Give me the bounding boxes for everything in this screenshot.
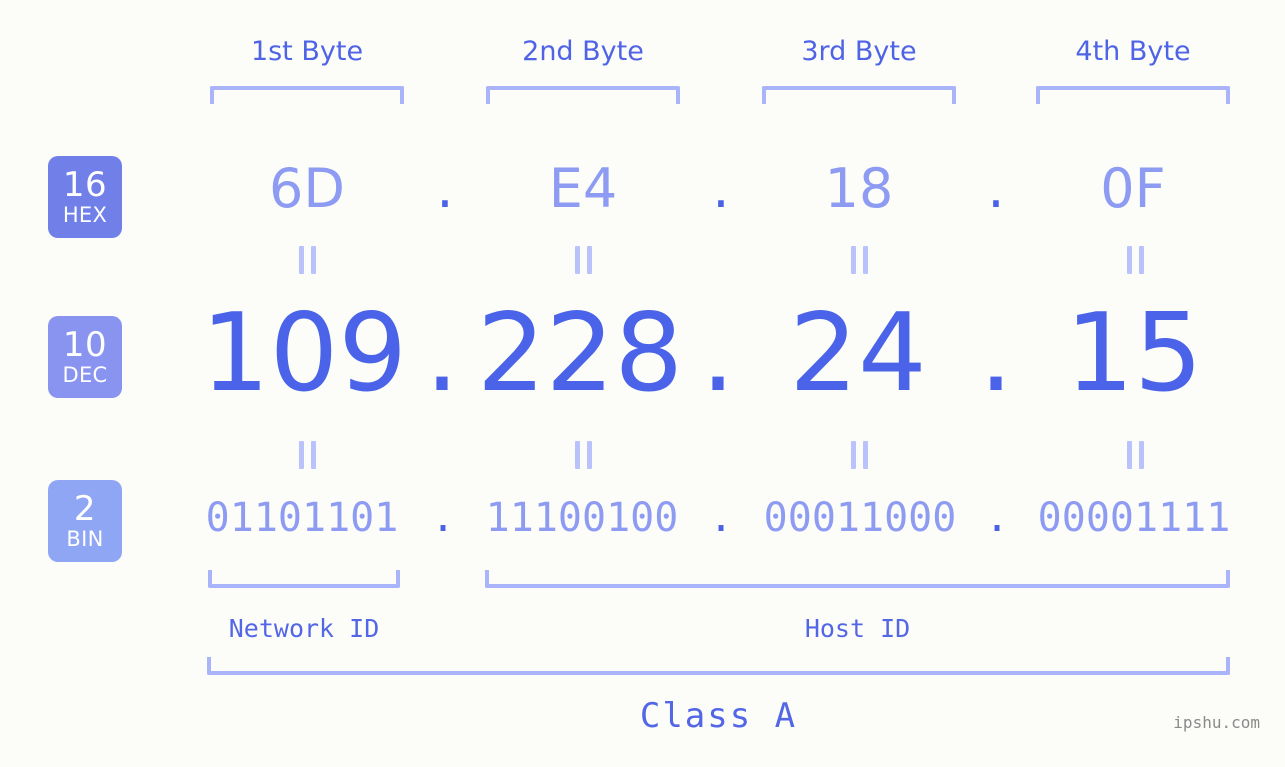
base-badge-bin-name: BIN bbox=[66, 527, 104, 551]
byte-bracket-1 bbox=[210, 86, 404, 104]
hex-byte-2: E4 bbox=[548, 157, 618, 220]
base-badge-dec-name: DEC bbox=[62, 363, 108, 387]
equals-icon-hex-dec-2 bbox=[571, 245, 595, 275]
equals-icon-dec-bin-2 bbox=[571, 440, 595, 470]
bin-separator-3: . bbox=[984, 495, 1010, 541]
dec-byte-4: 15 bbox=[1065, 291, 1203, 416]
equals-icon-hex-dec-3 bbox=[847, 245, 871, 275]
hex-separator-2: . bbox=[712, 157, 730, 220]
bin-byte-3: 00011000 bbox=[763, 495, 957, 541]
base-badge-bin: 2 BIN bbox=[48, 480, 122, 562]
ip-address-breakdown-diagram: 1st Byte 2nd Byte 3rd Byte 4th Byte 16 H… bbox=[0, 0, 1285, 767]
hex-separator-1: . bbox=[436, 157, 454, 220]
network-id-bracket bbox=[208, 570, 400, 588]
equals-icon-hex-dec-4 bbox=[1123, 245, 1147, 275]
byte-header-2: 2nd Byte bbox=[522, 36, 644, 67]
bin-separator-2: . bbox=[708, 495, 734, 541]
base-badge-dec-number: 10 bbox=[62, 325, 108, 365]
watermark-label: ipshu.com bbox=[1173, 713, 1260, 732]
hex-separator-3: . bbox=[987, 157, 1005, 220]
byte-header-1: 1st Byte bbox=[250, 36, 364, 67]
base-badge-hex-name: HEX bbox=[62, 203, 108, 227]
class-bracket bbox=[207, 657, 1230, 675]
base-badge-hex: 16 HEX bbox=[48, 156, 122, 238]
byte-bracket-2 bbox=[486, 86, 680, 104]
byte-header-3: 3rd Byte bbox=[801, 36, 917, 67]
host-id-bracket bbox=[485, 570, 1230, 588]
byte-bracket-3 bbox=[762, 86, 956, 104]
dec-separator-3: . bbox=[978, 291, 1014, 416]
dec-separator-1: . bbox=[424, 291, 460, 416]
byte-header-4: 4th Byte bbox=[1075, 36, 1191, 67]
bin-byte-4: 00001111 bbox=[1037, 495, 1231, 541]
byte-bracket-4 bbox=[1036, 86, 1230, 104]
hex-byte-4: 0F bbox=[1100, 157, 1166, 220]
base-badge-bin-number: 2 bbox=[73, 489, 97, 529]
base-badge-hex-number: 16 bbox=[62, 165, 108, 205]
hex-byte-3: 18 bbox=[824, 157, 894, 220]
hex-byte-1: 6D bbox=[269, 157, 345, 220]
equals-icon-dec-bin-4 bbox=[1123, 440, 1147, 470]
dec-byte-3: 24 bbox=[789, 291, 927, 416]
host-id-label: Host ID bbox=[804, 614, 911, 643]
equals-icon-dec-bin-3 bbox=[847, 440, 871, 470]
bin-byte-1: 01101101 bbox=[205, 495, 399, 541]
equals-icon-dec-bin-1 bbox=[295, 440, 319, 470]
dec-byte-2: 228 bbox=[476, 291, 684, 416]
bin-separator-1: . bbox=[430, 495, 456, 541]
network-id-label: Network ID bbox=[228, 614, 380, 643]
dec-byte-1: 109 bbox=[200, 291, 408, 416]
base-badge-dec: 10 DEC bbox=[48, 316, 122, 398]
dec-separator-2: . bbox=[700, 291, 736, 416]
bin-byte-2: 11100100 bbox=[485, 495, 679, 541]
equals-icon-hex-dec-1 bbox=[295, 245, 319, 275]
